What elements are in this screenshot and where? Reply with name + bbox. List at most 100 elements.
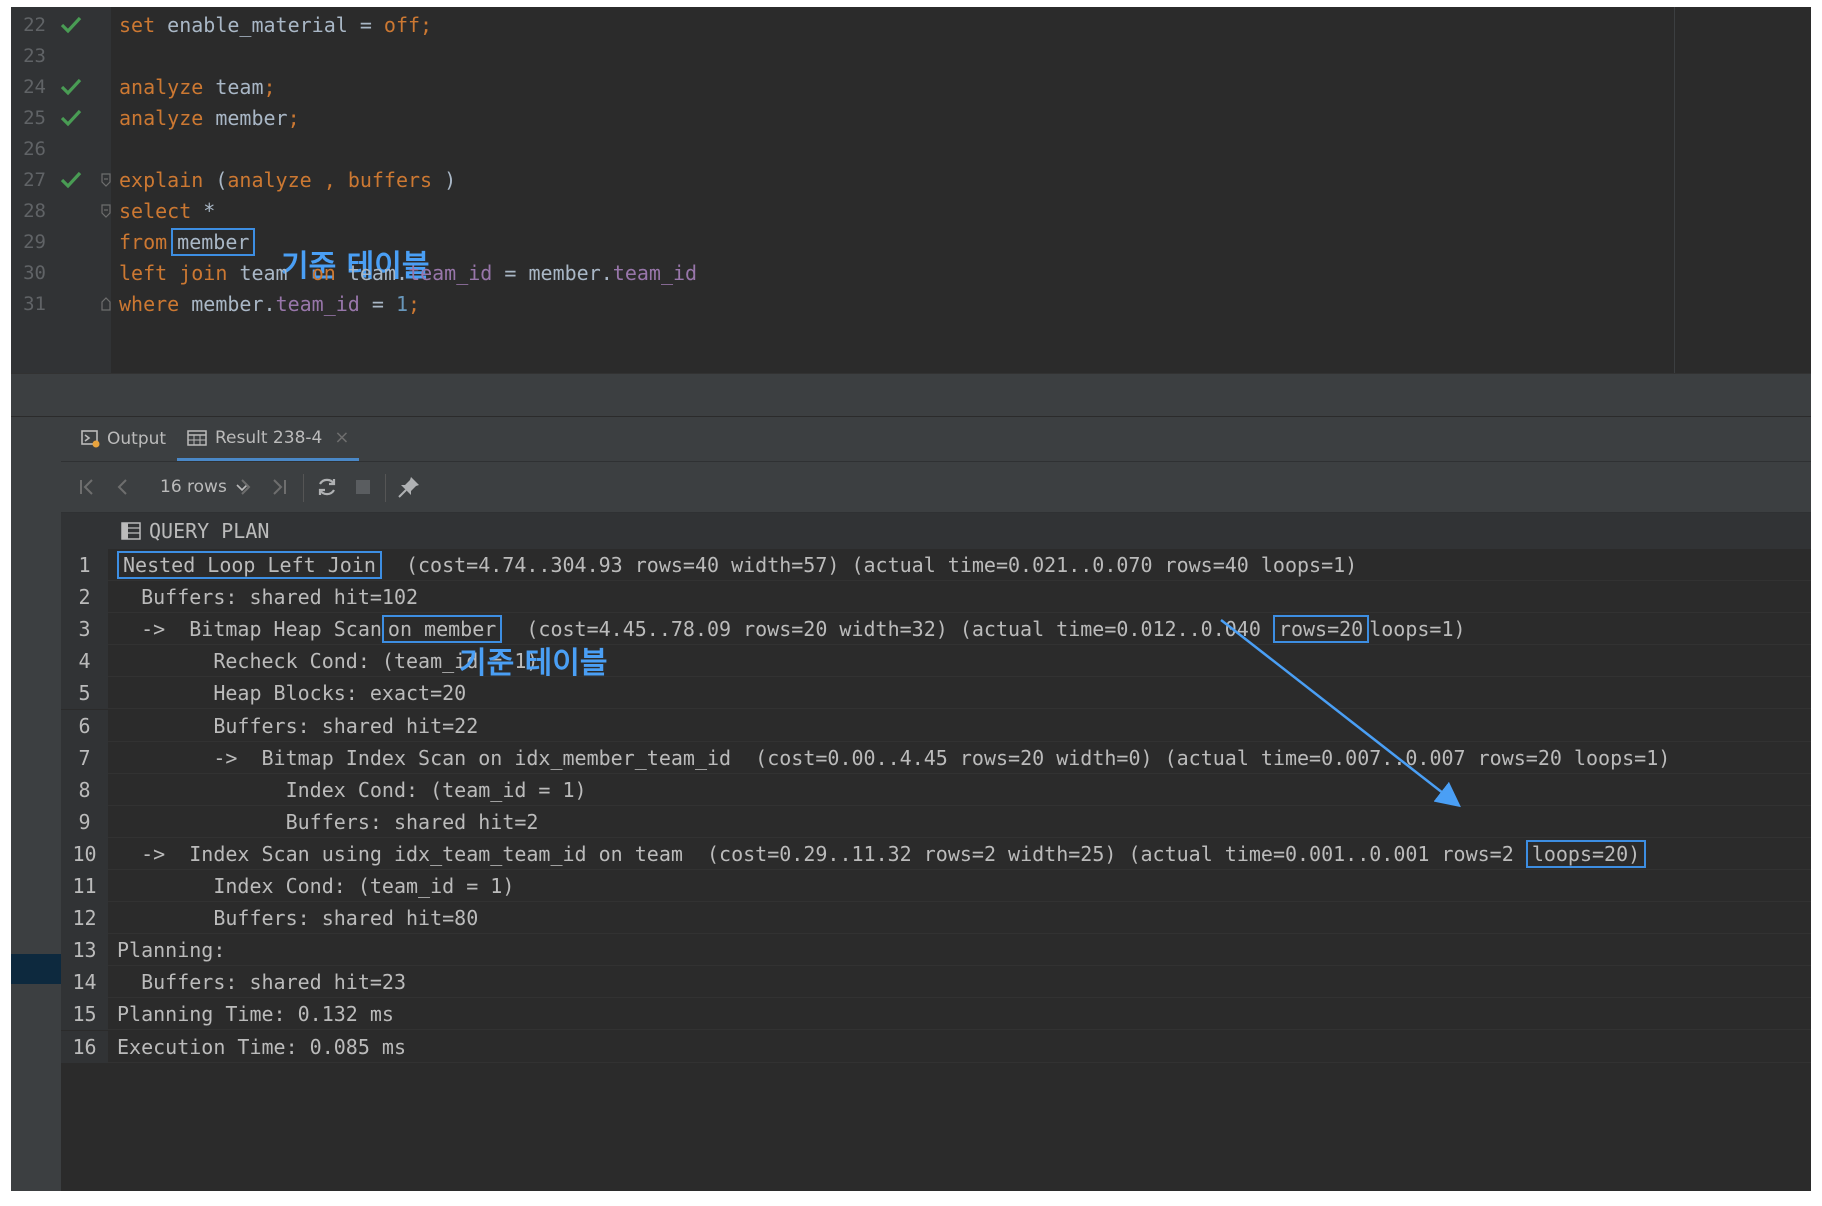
rows-count: 16 rows xyxy=(160,477,227,497)
row-number[interactable]: 9 xyxy=(61,805,108,838)
table-row[interactable]: 4 Recheck Cond: (team_id = 1) xyxy=(61,645,1811,678)
row-number[interactable]: 13 xyxy=(61,934,108,967)
query-plan-cell[interactable]: Execution Time: 0.085 ms xyxy=(117,1031,406,1063)
table-row[interactable]: 2 Buffers: shared hit=102 xyxy=(61,581,1811,614)
base-table-annotation: 기준 테이블 xyxy=(459,646,608,681)
tool-strip-selection xyxy=(11,954,61,984)
tab-bar: Output Result 238-4 × xyxy=(61,417,1811,462)
column-header-query-plan[interactable]: QUERY PLAN xyxy=(121,513,269,549)
table-row[interactable]: 8 Index Cond: (team_id = 1) xyxy=(61,773,1811,806)
query-plan-cell[interactable]: Planning Time: 0.132 ms xyxy=(117,998,394,1030)
table-row[interactable]: 14 Buffers: shared hit=23 xyxy=(61,966,1811,999)
row-number[interactable]: 2 xyxy=(61,581,108,614)
highlight-box: loops=20) xyxy=(1525,839,1647,868)
grid-header-row: QUERY PLAN xyxy=(61,513,1811,549)
table-row[interactable]: 9 Buffers: shared hit=2 xyxy=(61,805,1811,838)
highlight-box: Nested Loop Left Join xyxy=(117,551,382,579)
query-plan-cell[interactable]: Index Cond: (team_id = 1) xyxy=(117,774,587,806)
plan-text: Index Cond: (team_id = 1) xyxy=(117,874,515,898)
checkmark-icon xyxy=(60,109,82,127)
output-console-icon xyxy=(81,430,100,448)
previous-page-icon[interactable] xyxy=(111,475,135,499)
fold-marker-icon[interactable] xyxy=(101,173,111,187)
query-plan-cell[interactable]: Index Cond: (team_id = 1) xyxy=(117,870,514,902)
last-page-icon[interactable] xyxy=(267,475,291,499)
services-tool-window: Output Result 238-4 × 16 rows QUERY PLAN… xyxy=(11,417,1811,1191)
row-number[interactable]: 7 xyxy=(61,741,108,774)
checkmark-icon xyxy=(60,171,82,189)
table-row[interactable]: 12 Buffers: shared hit=80 xyxy=(61,902,1811,935)
refresh-icon[interactable] xyxy=(315,475,339,499)
line-number: 31 xyxy=(23,293,46,315)
row-number[interactable]: 1 xyxy=(61,549,108,582)
plan-text: loops=1) xyxy=(1369,617,1466,642)
plan-text: -> Bitmap Index Scan on idx_member_team_… xyxy=(117,745,1671,770)
first-page-icon[interactable] xyxy=(75,475,99,499)
result-grid[interactable]: QUERY PLAN 1 Nested Loop Left Join (cost=… xyxy=(61,513,1811,1191)
column-header-label: QUERY PLAN xyxy=(149,519,270,543)
row-number[interactable]: 12 xyxy=(61,902,108,935)
table-row[interactable]: 6 Buffers: shared hit=22 xyxy=(61,709,1811,742)
panel-splitter[interactable] xyxy=(11,373,1811,417)
table-row[interactable]: 7 -> Bitmap Index Scan on idx_member_tea… xyxy=(61,741,1811,774)
row-number[interactable]: 14 xyxy=(61,966,108,999)
plan-text: -> Bitmap Heap Scan xyxy=(117,617,382,642)
tab-result[interactable]: Result 238-4 × xyxy=(177,417,360,461)
toolbar-separator xyxy=(385,474,386,502)
table-row[interactable]: 11 Index Cond: (team_id = 1) xyxy=(61,870,1811,903)
toolbar-separator xyxy=(303,474,304,502)
sql-editor[interactable]: 22 set enable_material = off; 23 24 anal… xyxy=(11,7,1811,373)
pin-icon[interactable] xyxy=(397,475,421,499)
close-tab-icon[interactable]: × xyxy=(334,427,349,448)
table-grid-icon xyxy=(187,429,207,446)
ide-window: 22 set enable_material = off; 23 24 anal… xyxy=(11,7,1811,1191)
table-row[interactable]: 15 Planning Time: 0.132 ms xyxy=(61,998,1811,1031)
table-column-icon xyxy=(121,522,141,540)
table-row[interactable]: 16 Execution Time: 0.085 ms xyxy=(61,1030,1811,1063)
table-row[interactable]: 1 Nested Loop Left Join (cost=4.74..304.9… xyxy=(61,549,1811,582)
next-page-icon[interactable] xyxy=(233,475,257,499)
row-number[interactable]: 11 xyxy=(61,870,108,903)
table-row[interactable]: 5 Heap Blocks: exact=20 xyxy=(61,677,1811,710)
plan-text: -> Index Scan using idx_team_team_id on … xyxy=(117,841,1526,866)
plan-text: Planning: xyxy=(117,938,226,963)
row-number[interactable]: 8 xyxy=(61,773,108,806)
query-plan-cell[interactable]: Buffers: shared hit=2 xyxy=(117,806,539,838)
query-plan-cell[interactable]: Buffers: shared hit=22 xyxy=(117,710,478,742)
plan-text: Planning Time: 0.132 ms xyxy=(117,1002,394,1027)
table-row[interactable]: 3 -> Bitmap Heap Scan on member (cost=4.4… xyxy=(61,613,1811,646)
row-number[interactable]: 10 xyxy=(61,837,108,870)
row-number[interactable]: 3 xyxy=(61,613,108,646)
stop-icon[interactable] xyxy=(351,475,375,499)
table-row[interactable]: 13 Planning: xyxy=(61,934,1811,967)
query-plan-cell[interactable]: Heap Blocks: exact=20 xyxy=(117,677,466,709)
code-text: where member.team_id = 1; xyxy=(119,292,421,316)
query-plan-cell[interactable]: -> Bitmap Index Scan on idx_member_team_… xyxy=(117,742,1670,774)
query-plan-cell[interactable]: Buffers: shared hit=23 xyxy=(117,966,406,998)
row-number[interactable]: 6 xyxy=(61,709,108,742)
row-number[interactable]: 4 xyxy=(61,645,108,678)
tool-window-strip xyxy=(11,417,61,1191)
query-plan-cell[interactable]: Nested Loop Left Join (cost=4.74..304.93… xyxy=(117,549,1357,581)
query-plan-cell[interactable]: Buffers: shared hit=80 xyxy=(117,902,478,934)
plan-text: Buffers: shared hit=80 xyxy=(117,906,479,931)
fold-marker-icon[interactable] xyxy=(101,204,111,218)
highlight-box-member: member xyxy=(171,228,256,256)
query-plan-cell[interactable]: Buffers: shared hit=102 xyxy=(117,581,418,613)
row-number[interactable]: 15 xyxy=(61,998,108,1031)
query-plan-cell[interactable]: -> Index Scan using idx_team_team_id on … xyxy=(117,838,1647,870)
checkmark-icon xyxy=(60,16,82,34)
table-row[interactable]: 10 -> Index Scan using idx_team_team_id … xyxy=(61,837,1811,870)
row-number[interactable]: 5 xyxy=(61,677,108,710)
plan-text: (cost=4.45..78.09 rows=20 width=32) (act… xyxy=(502,617,1273,642)
query-plan-cell[interactable]: -> Bitmap Heap Scan on member (cost=4.45.… xyxy=(117,613,1466,645)
query-plan-cell[interactable]: Planning: xyxy=(117,934,225,966)
tab-output-label: Output xyxy=(107,429,167,449)
result-toolbar: 16 rows xyxy=(61,462,1811,513)
row-number[interactable]: 16 xyxy=(61,1030,108,1063)
checkmark-icon xyxy=(60,78,82,96)
fold-marker-icon[interactable] xyxy=(101,297,111,311)
code-line[interactable]: 31 where member.team_id = 1; xyxy=(11,286,1611,322)
plan-text: Execution Time: 0.085 ms xyxy=(117,1034,406,1059)
tab-output[interactable]: Output xyxy=(81,417,166,461)
